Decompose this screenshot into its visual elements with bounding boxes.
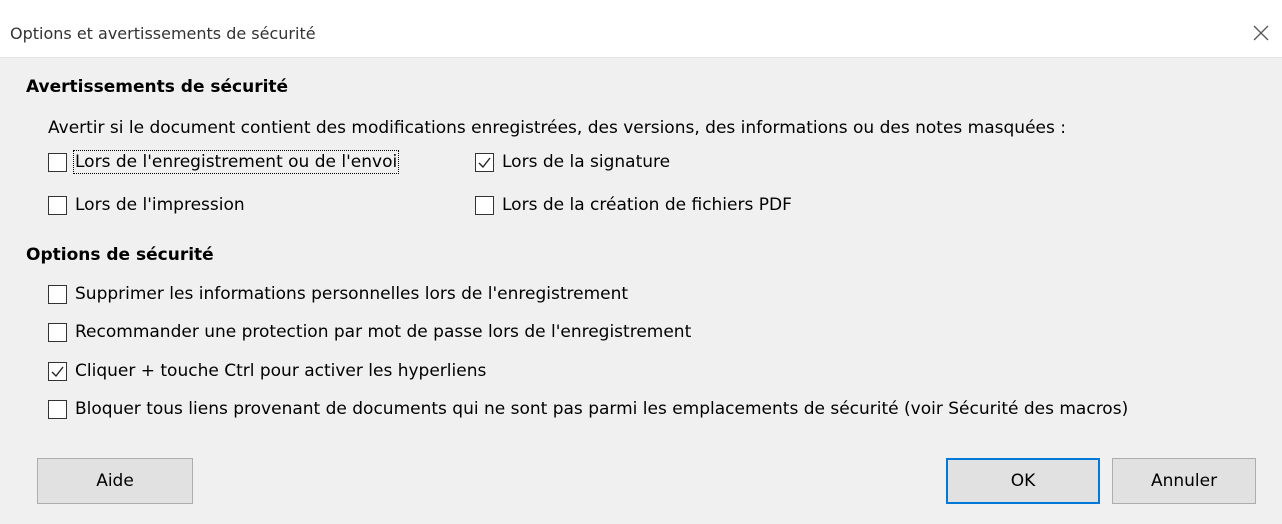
checkbox-label: Lors de la création de fichiers PDF [502,195,792,215]
checkbox-box[interactable] [475,152,494,172]
checkbox-box[interactable] [48,399,67,419]
checkbox-warn-save-send[interactable]: Lors de l'enregistrement ou de l'envoi [48,150,400,174]
checkbox-remove-personal-info[interactable]: Supprimer les informations personnelles … [48,282,628,306]
checkbox-block-untrusted-links[interactable]: Bloquer tous liens provenant de document… [48,397,1128,421]
cancel-button[interactable]: Annuler [1112,458,1256,504]
checkbox-label: Lors de l'enregistrement ou de l'envoi [72,150,400,174]
title-bar: Options et avertissements de sécurité [0,0,1282,58]
check-icon [478,157,491,168]
checkbox-ctrl-click-hyperlinks[interactable]: Cliquer + touche Ctrl pour activer les h… [48,359,486,383]
checkbox-label: Lors de la signature [502,152,671,172]
checkbox-box[interactable] [48,361,67,381]
check-icon [51,366,64,377]
checkbox-box[interactable] [48,195,67,215]
help-button[interactable]: Aide [37,458,193,504]
window-title: Options et avertissements de sécurité [10,24,316,43]
options-section-title: Options de sécurité [26,245,214,265]
checkbox-box[interactable] [48,152,67,172]
checkbox-box[interactable] [48,284,67,304]
checkbox-box[interactable] [475,195,494,215]
close-icon[interactable] [1250,22,1272,44]
checkbox-label: Supprimer les informations personnelles … [75,284,629,304]
checkbox-recommend-password[interactable]: Recommander une protection par mot de pa… [48,320,691,344]
checkbox-warn-print[interactable]: Lors de l'impression [48,193,245,217]
warnings-section-title: Avertissements de sécurité [26,77,289,97]
checkbox-label: Cliquer + touche Ctrl pour activer les h… [75,361,487,381]
warnings-description: Avertir si le document contient des modi… [48,118,1066,138]
checkbox-box[interactable] [48,322,67,342]
checkbox-label: Bloquer tous liens provenant de document… [75,399,1129,419]
checkbox-label: Lors de l'impression [75,195,245,215]
checkbox-warn-signature[interactable]: Lors de la signature [475,150,670,174]
ok-button[interactable]: OK [946,458,1100,504]
checkbox-warn-pdf[interactable]: Lors de la création de fichiers PDF [475,193,792,217]
checkbox-label: Recommander une protection par mot de pa… [75,322,692,342]
